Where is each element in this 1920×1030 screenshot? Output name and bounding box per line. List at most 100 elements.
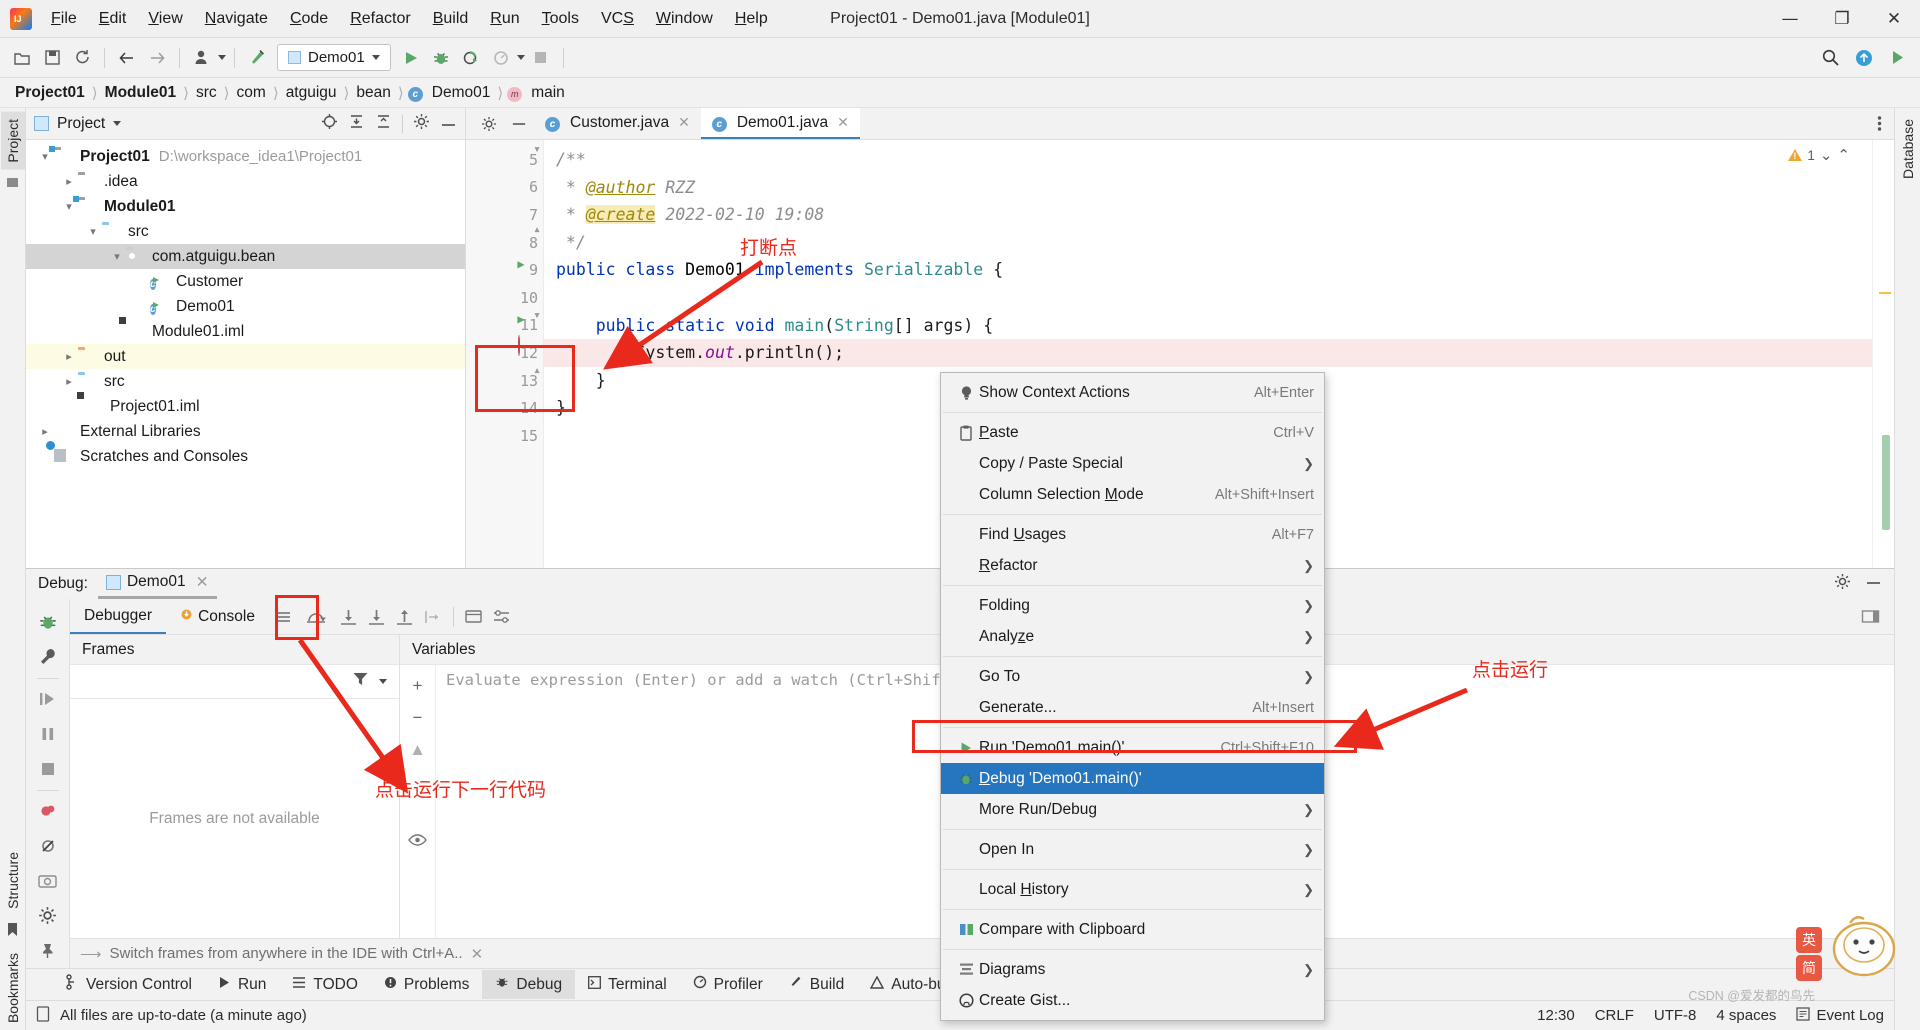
collapse-all-icon[interactable] (348, 113, 365, 135)
menu-item-local-history[interactable]: Local History ❯ (941, 874, 1324, 905)
menu-vcs[interactable]: VCS (590, 5, 645, 33)
warning-marker[interactable] (1879, 292, 1891, 294)
gutter-run-marker-method[interactable]: ▶ (514, 312, 528, 326)
tree-row-customer[interactable]: c Customer (26, 269, 465, 294)
tree-row-module01[interactable]: ▾ Module01 (26, 194, 465, 219)
profile-run-caret-icon[interactable] (516, 55, 525, 60)
chevron-down-icon[interactable]: ⌄ (1820, 146, 1833, 164)
tab-console[interactable]: Console (166, 599, 269, 634)
view-breakpoints-icon[interactable] (31, 793, 65, 828)
move-up-icon[interactable]: ▲ (405, 734, 431, 766)
chevron-down-icon[interactable]: ▾ (84, 225, 102, 238)
menu-item-compare-with-clipboard[interactable]: Compare with Clipboard (941, 914, 1324, 945)
eye-icon[interactable] (405, 824, 431, 856)
run-with-coverage-icon[interactable] (457, 44, 485, 72)
stop-icon[interactable] (31, 752, 65, 787)
back-arrow-icon[interactable] (113, 44, 141, 72)
chevron-right-icon[interactable]: ▸ (60, 175, 78, 188)
filter-icon[interactable] (352, 671, 369, 692)
editor-tab-customer-java[interactable]: c Customer.java ✕ (534, 108, 701, 139)
layout-settings-icon[interactable] (1856, 599, 1884, 634)
tree-row-src-module[interactable]: ▾ src (26, 219, 465, 244)
breadcrumb-item-project01[interactable]: Project01 (12, 84, 88, 102)
tab-debugger[interactable]: Debugger (70, 599, 167, 634)
step-into-icon[interactable] (335, 599, 363, 634)
menu-item-copy-paste-special[interactable]: Copy / Paste Special ❯ (941, 448, 1324, 479)
run-to-cursor-icon[interactable] (419, 599, 447, 634)
menu-navigate[interactable]: Navigate (194, 5, 279, 33)
chevron-down-icon[interactable]: ▾ (108, 250, 126, 263)
menu-edit[interactable]: Edit (88, 5, 138, 33)
sidebar-tab-bookmarks[interactable]: Bookmarks (1, 946, 25, 1030)
menu-item-run-demo01-main[interactable]: Run 'Demo01.main()' Ctrl+Shift+F10 (941, 732, 1324, 763)
menu-item-more-run-debug[interactable]: More Run/Debug ❯ (941, 794, 1324, 825)
tool-window-build[interactable]: Build (776, 970, 857, 999)
fold-marker-method-end[interactable]: ▴ (530, 363, 544, 378)
tree-row-project01-iml[interactable]: Project01.iml (26, 394, 465, 419)
camera-icon[interactable] (31, 863, 65, 898)
breadcrumb-item-demo01[interactable]: Demo01 (429, 84, 494, 102)
sync-icon[interactable] (68, 44, 96, 72)
debug-session-tab[interactable]: Demo01 ✕ (97, 570, 217, 599)
fold-marker-start[interactable]: ▾ (530, 142, 544, 157)
editor-scrollbar-thumb[interactable] (1882, 435, 1890, 530)
close-icon[interactable]: ✕ (837, 114, 849, 131)
chevron-right-icon[interactable]: ▸ (60, 350, 78, 363)
menu-item-generate[interactable]: Generate... Alt+Insert (941, 692, 1324, 723)
profile-run-icon[interactable] (487, 44, 515, 72)
editor-gutter[interactable]: 5 6 7 8 9 10 11 12 13 14 15 ▶ ▶ ▾ ▴ ▾ ▴ (466, 140, 544, 568)
close-icon[interactable]: ✕ (471, 945, 484, 963)
menu-view[interactable]: View (137, 5, 193, 33)
settings-gear-icon[interactable] (413, 113, 430, 135)
chevron-right-icon[interactable]: ▸ (60, 375, 78, 388)
menu-help[interactable]: Help (724, 5, 779, 33)
debug-bug-icon[interactable] (31, 605, 65, 640)
breadcrumb-item-atguigu[interactable]: atguigu (283, 84, 340, 102)
breadcrumb-item-module01[interactable]: Module01 (102, 84, 179, 102)
menu-refactor[interactable]: Refactor (339, 5, 421, 33)
step-out-icon[interactable] (391, 599, 419, 634)
user-profile-icon[interactable] (188, 44, 216, 72)
fold-marker-end[interactable]: ▴ (530, 222, 544, 237)
tree-row-out[interactable]: ▸ out (26, 344, 465, 369)
share-run-icon[interactable] (1884, 44, 1912, 72)
hammer-icon[interactable] (243, 44, 271, 72)
minimize-button[interactable]: — (1764, 0, 1816, 37)
tree-row-module01-iml[interactable]: Module01.iml (26, 319, 465, 344)
menu-item-open-in[interactable]: Open In ❯ (941, 834, 1324, 865)
wrench-icon[interactable] (31, 640, 65, 675)
breadcrumb-item-bean[interactable]: bean (353, 84, 393, 102)
menu-run[interactable]: Run (479, 5, 530, 33)
menu-item-go-to[interactable]: Go To ❯ (941, 661, 1324, 692)
sidebar-tab-project[interactable]: Project (0, 112, 25, 170)
folder-open-icon[interactable] (8, 44, 36, 72)
commit-icon[interactable] (6, 176, 20, 193)
sidebar-tab-database[interactable]: Database (1896, 112, 1920, 186)
menu-item-diagrams[interactable]: Diagrams ❯ (941, 954, 1324, 985)
editor-markers-rail[interactable] (1872, 140, 1894, 568)
breakpoint-marker[interactable] (512, 335, 526, 356)
gutter-run-marker-class[interactable]: ▶ (514, 257, 528, 271)
settings-gear-icon[interactable] (474, 108, 504, 139)
step-over-icon[interactable] (297, 599, 335, 634)
chevron-up-icon[interactable]: ⌃ (1837, 146, 1850, 164)
status-indent[interactable]: 4 spaces (1716, 1007, 1776, 1024)
menu-file[interactable]: File (40, 5, 88, 33)
breadcrumb-item-src[interactable]: src (193, 84, 220, 102)
hide-icon[interactable] (1865, 573, 1882, 595)
save-icon[interactable] (38, 44, 66, 72)
locate-icon[interactable] (321, 113, 338, 135)
menu-item-refactor[interactable]: Refactor ❯ (941, 550, 1324, 581)
profile-dropdown-caret-icon[interactable] (218, 55, 226, 60)
forward-arrow-icon[interactable] (143, 44, 171, 72)
breadcrumb-item-com[interactable]: com (234, 84, 269, 102)
mute-breakpoints-icon[interactable] (31, 828, 65, 863)
bookmarks-flag-icon[interactable] (6, 922, 19, 940)
evaluate-expression-icon[interactable] (460, 599, 488, 634)
sidebar-tab-structure[interactable]: Structure (1, 845, 25, 916)
tool-window-debug[interactable]: Debug (482, 970, 576, 999)
tree-row-idea[interactable]: ▸ .idea (26, 169, 465, 194)
stop-icon[interactable] (527, 44, 555, 72)
status-line-separator[interactable]: CRLF (1595, 1007, 1634, 1024)
menu-code[interactable]: Code (279, 5, 339, 33)
